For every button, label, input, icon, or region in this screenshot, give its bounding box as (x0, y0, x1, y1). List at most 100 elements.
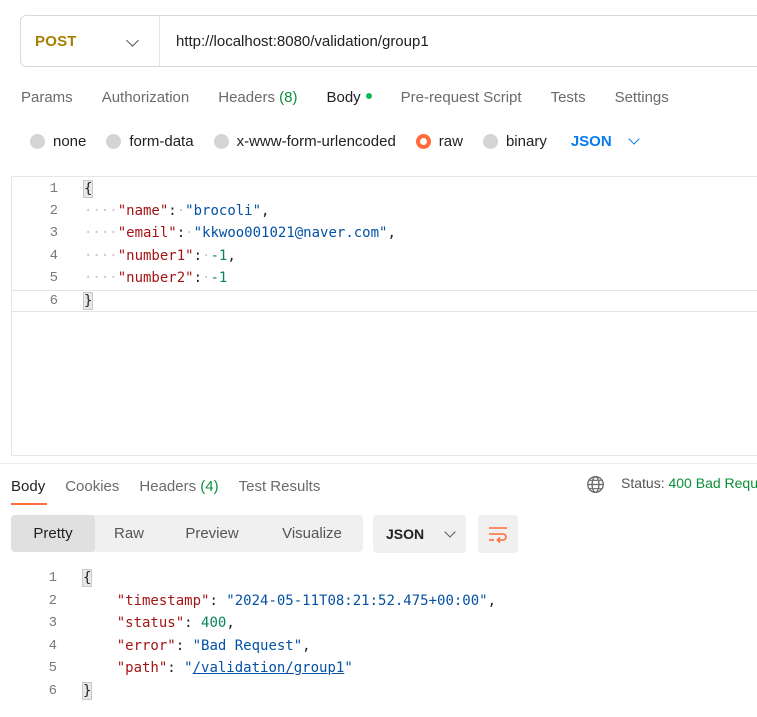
radio-raw[interactable]: raw (415, 132, 463, 150)
response-status: Status: 400 Bad Request (621, 475, 757, 491)
radio-label: none (53, 132, 87, 150)
radio-label: raw (438, 132, 463, 150)
view-mode-visualize[interactable]: Visualize (261, 515, 363, 552)
wrap-lines-button[interactable] (478, 515, 518, 553)
url-bar: POST http://localhost:8080/validation/gr… (20, 15, 757, 67)
tab-authorization[interactable]: Authorization (102, 89, 190, 106)
tab-tests[interactable]: Tests (551, 89, 586, 106)
json-value: "kkwoo001021@naver.com" (193, 225, 388, 241)
radio-selected-icon (415, 133, 431, 149)
response-tab-test-results[interactable]: Test Results (239, 478, 321, 495)
radio-label: binary (505, 132, 547, 150)
tab-label: Params (21, 88, 73, 106)
line-number: 2 (48, 593, 57, 609)
tab-label: Authorization (101, 88, 190, 106)
json-value: 400 (201, 615, 227, 631)
body-format-label: JSON (570, 132, 612, 150)
line-number: 6 (49, 293, 58, 309)
json-key: "email" (117, 225, 177, 241)
json-value: "2024-05-11T08:21:52.475+00:00" (226, 593, 488, 609)
json-value: -1 (210, 248, 228, 264)
line-number: 2 (49, 203, 58, 219)
response-tab-body[interactable]: Body (11, 478, 45, 495)
line-number: 1 (49, 181, 58, 197)
line-number: 4 (49, 248, 58, 264)
body-type-options: none form-data x-www-form-urlencoded raw… (30, 130, 640, 152)
tab-label: Tests (550, 88, 586, 106)
tab-params[interactable]: Params (21, 89, 73, 106)
body-format-select[interactable]: JSON (570, 132, 640, 150)
url-input[interactable]: http://localhost:8080/validation/group1 (160, 33, 429, 50)
json-key: "path" (116, 660, 168, 676)
response-body-viewer: 1 { 2 "timestamp": "2024-05-11T08:21:52.… (11, 567, 757, 707)
radio-form-data[interactable]: form-data (106, 132, 194, 150)
view-mode-pretty[interactable]: Pretty (11, 515, 95, 552)
json-key: "number2" (117, 270, 194, 286)
active-tab-underline (11, 503, 47, 505)
radio-icon (213, 133, 229, 149)
json-key: "status" (116, 615, 185, 631)
close-brace: } (81, 682, 93, 700)
code-line: 5 ····"number2":·-1 (12, 267, 757, 289)
code-line: 3 "status": 400, (11, 612, 757, 634)
json-key: "timestamp" (116, 593, 210, 609)
response-tab-headers[interactable]: Headers (4) (139, 478, 218, 495)
headers-count: (4) (200, 477, 219, 495)
radio-icon (482, 133, 498, 149)
view-mode-raw[interactable]: Raw (95, 515, 163, 552)
globe-icon[interactable] (586, 475, 605, 494)
code-line: 1 { (11, 567, 757, 589)
response-view-modes: Pretty Raw Preview Visualize (11, 515, 363, 552)
line-number: 6 (48, 683, 57, 699)
code-line-current: 6 } (12, 290, 757, 312)
status-value[interactable]: 400 Bad Request (668, 475, 757, 491)
chevron-down-icon (628, 133, 640, 145)
pane-divider[interactable] (0, 463, 757, 464)
json-comma: , (387, 225, 396, 241)
method-label: POST (35, 32, 77, 50)
request-body-editor[interactable]: 1 { 2 ····"name":·"brocoli", 3 ····"emai… (11, 176, 757, 456)
tab-settings[interactable]: Settings (615, 89, 669, 106)
json-comma: , (227, 248, 236, 264)
response-format-select[interactable]: JSON (373, 515, 466, 553)
line-number: 4 (48, 638, 57, 654)
view-mode-preview[interactable]: Preview (163, 515, 261, 552)
modified-dot-icon (365, 92, 372, 99)
code-line: 2 ····"name":·"brocoli", (12, 200, 757, 222)
tab-label: Headers (218, 88, 275, 106)
json-comma: , (226, 615, 235, 631)
radio-x-www-form-urlencoded[interactable]: x-www-form-urlencoded (213, 132, 396, 150)
tab-headers[interactable]: Headers (8) (218, 89, 297, 106)
path-link[interactable]: /validation/group1 (193, 660, 345, 676)
wrap-lines-icon (489, 527, 507, 544)
json-key: "number1" (117, 248, 194, 264)
chevron-down-icon (126, 34, 139, 47)
radio-icon (106, 133, 122, 149)
json-value: "brocoli" (185, 203, 262, 219)
headers-count: (8) (279, 88, 298, 106)
method-select[interactable]: POST (21, 16, 160, 66)
radio-binary[interactable]: binary (482, 132, 547, 150)
chevron-down-icon (444, 526, 456, 538)
line-number: 3 (48, 615, 57, 631)
tab-pre-request-script[interactable]: Pre-request Script (401, 89, 522, 106)
response-tab-cookies[interactable]: Cookies (65, 478, 119, 495)
radio-label: form-data (129, 132, 194, 150)
request-tabs: Params Authorization Headers (8) Body Pr… (21, 86, 698, 108)
response-tabs: Body Cookies Headers (4) Test Results (11, 475, 340, 497)
line-number: 5 (48, 660, 57, 676)
radio-none[interactable]: none (30, 133, 86, 150)
tab-body[interactable]: Body (326, 89, 372, 106)
code-line: 2 "timestamp": "2024-05-11T08:21:52.475+… (11, 590, 757, 612)
code-line: 6 } (11, 680, 757, 702)
json-value: "Bad Request" (192, 638, 303, 654)
code-line: 4 "error": "Bad Request", (11, 635, 757, 657)
radio-label: x-www-form-urlencoded (236, 132, 396, 150)
json-comma: , (261, 203, 270, 219)
json-quote: " (344, 660, 353, 676)
status-label: Status: (621, 475, 665, 491)
json-comma: , (487, 593, 497, 609)
json-key: "name" (117, 203, 169, 219)
radio-icon (30, 133, 45, 149)
line-number: 3 (49, 225, 58, 241)
